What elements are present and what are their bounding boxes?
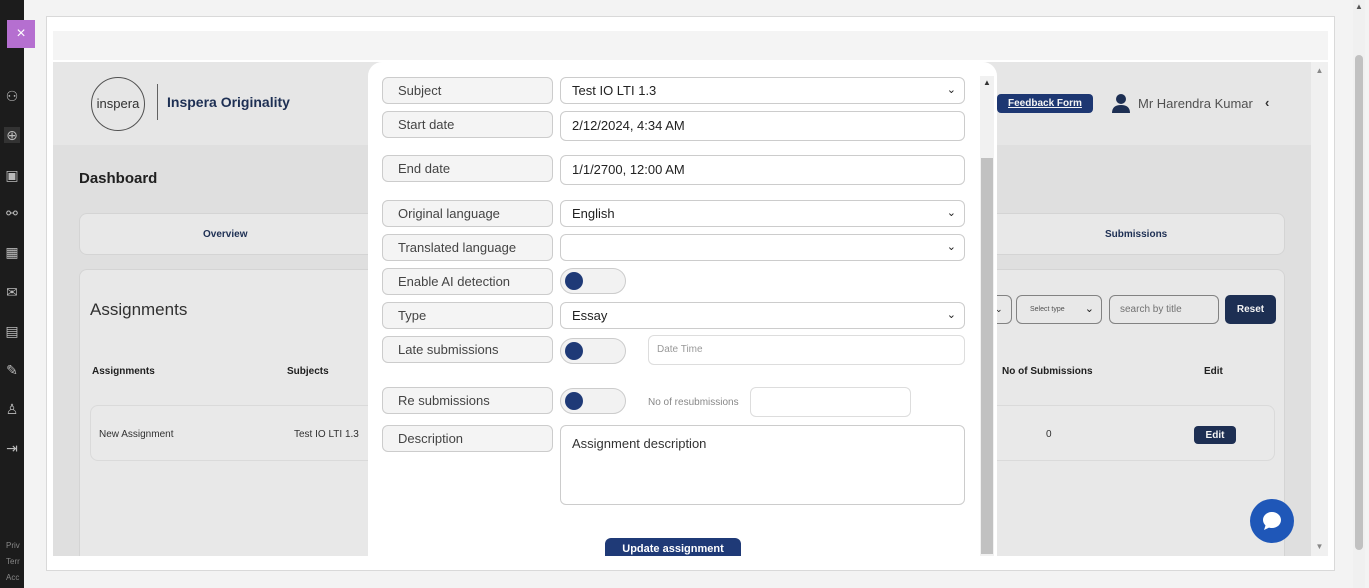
original-language-label: Original language xyxy=(382,200,553,227)
type-label: Type xyxy=(382,302,553,329)
start-date-input[interactable]: 2/12/2024, 4:34 AM xyxy=(560,111,965,141)
type-value: Essay xyxy=(572,308,608,323)
toggle-knob xyxy=(565,272,583,290)
toggle-knob xyxy=(565,392,583,410)
scroll-up-icon[interactable]: ▲ xyxy=(980,78,994,87)
modal-scrollbar[interactable]: ▲ xyxy=(980,76,994,556)
user-icon[interactable]: ♙ xyxy=(4,401,20,417)
calendar-icon[interactable]: ▦ xyxy=(4,244,20,260)
profile-icon[interactable]: ⚇ xyxy=(4,88,20,104)
start-date-label: Start date xyxy=(382,111,553,138)
re-submissions-toggle[interactable] xyxy=(560,388,626,414)
late-submissions-label: Late submissions xyxy=(382,336,553,363)
scroll-down-icon[interactable]: ▼ xyxy=(1311,542,1328,551)
footer-link-accessibility[interactable]: Acc xyxy=(6,573,24,583)
resubmissions-count-input[interactable] xyxy=(750,387,911,417)
chevron-down-icon: ⌄ xyxy=(946,84,956,96)
subject-label: Subject xyxy=(382,77,553,104)
translated-language-select[interactable]: ⌄ xyxy=(560,234,965,261)
footer-link-terms[interactable]: Terr xyxy=(6,557,24,567)
chat-bubble-icon xyxy=(1263,512,1281,530)
ai-detection-label: Enable AI detection xyxy=(382,268,553,295)
subject-select[interactable]: Test IO LTI 1.3 ⌄ xyxy=(560,77,965,104)
resubmissions-count-label: No of resubmissions xyxy=(648,397,739,408)
frame-topbar xyxy=(53,31,1328,60)
description-textarea[interactable]: Assignment description xyxy=(560,425,965,505)
late-datetime-input[interactable]: Date Time xyxy=(648,335,965,365)
toggle-knob xyxy=(565,342,583,360)
close-button[interactable]: × xyxy=(7,20,35,48)
late-submissions-toggle[interactable] xyxy=(560,338,626,364)
translated-language-label: Translated language xyxy=(382,234,553,261)
chevron-down-icon: ⌄ xyxy=(946,309,956,321)
update-assignment-button[interactable]: Update assignment xyxy=(605,538,741,556)
edit-icon[interactable]: ✎ xyxy=(4,362,20,378)
chevron-down-icon: ⌄ xyxy=(946,241,956,253)
footer-link-privacy[interactable]: Priv xyxy=(6,541,24,551)
grades-icon[interactable]: ▤ xyxy=(4,323,20,339)
mail-icon[interactable]: ✉ xyxy=(4,284,20,300)
scroll-up-icon[interactable]: ▲ xyxy=(1353,2,1365,11)
lms-sidebar: ⚇ ⊕ ▣ ⚯ ▦ ✉ ▤ ✎ ♙ ⇥ Priv Terr Acc xyxy=(0,0,24,588)
subject-value: Test IO LTI 1.3 xyxy=(572,83,657,98)
globe-icon[interactable]: ⊕ xyxy=(4,127,20,143)
modal-scrollbar-thumb[interactable] xyxy=(981,158,993,554)
ai-detection-toggle[interactable] xyxy=(560,268,626,294)
chevron-down-icon: ⌄ xyxy=(946,207,956,219)
type-select[interactable]: Essay ⌄ xyxy=(560,302,965,329)
page-scrollbar-thumb[interactable] xyxy=(1355,55,1363,550)
end-date-input[interactable]: 1/1/2700, 12:00 AM xyxy=(560,155,965,185)
inner-scrollbar[interactable]: ▲ ▼ xyxy=(1311,62,1328,556)
groups-icon[interactable]: ⚯ xyxy=(4,205,20,221)
end-date-label: End date xyxy=(382,155,553,182)
courses-icon[interactable]: ▣ xyxy=(4,167,20,183)
original-language-value: English xyxy=(572,206,615,221)
page-scrollbar[interactable]: ▲ xyxy=(1353,0,1365,588)
description-label: Description xyxy=(382,425,553,452)
original-language-select[interactable]: English ⌄ xyxy=(560,200,965,227)
chat-button[interactable] xyxy=(1250,499,1294,543)
scroll-up-icon[interactable]: ▲ xyxy=(1311,66,1328,75)
logout-icon[interactable]: ⇥ xyxy=(4,440,20,456)
re-submissions-label: Re submissions xyxy=(382,387,553,414)
edit-assignment-modal: Subject Test IO LTI 1.3 ⌄ Start date 2/1… xyxy=(368,62,997,556)
